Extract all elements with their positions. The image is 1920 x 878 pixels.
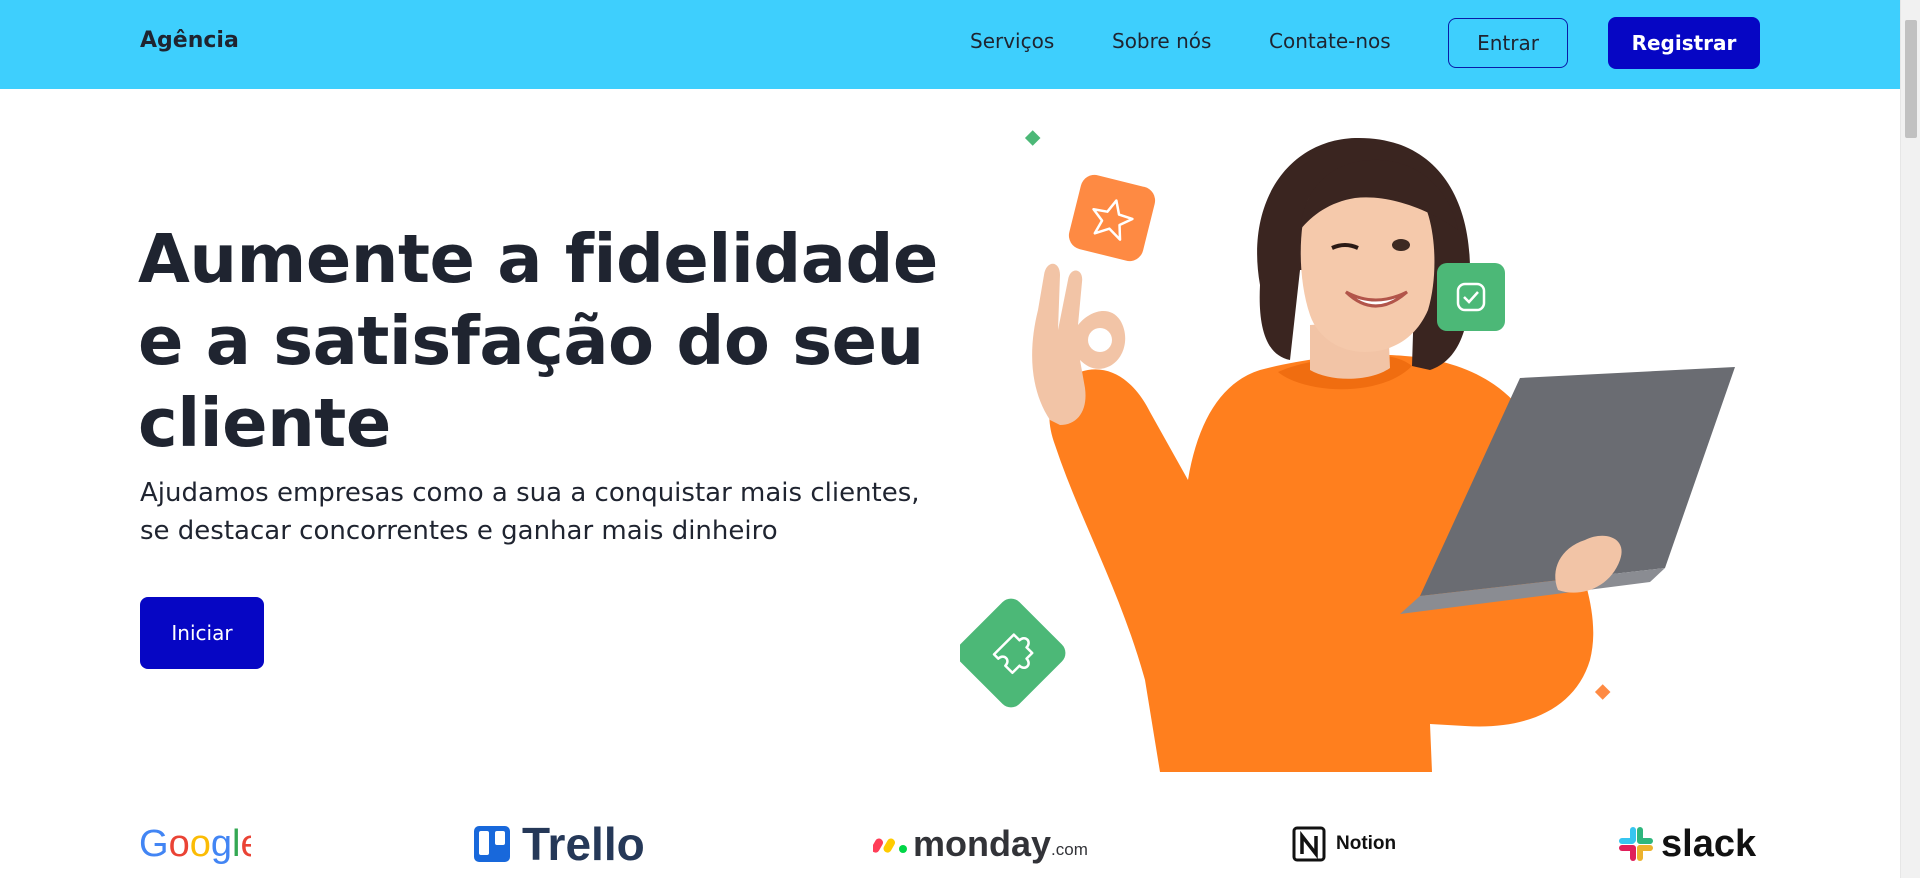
hero-subtitle: Ajudamos empresas como a sua a conquista… [140, 478, 920, 546]
nav-link-services[interactable]: Serviços [970, 29, 1054, 53]
page-scrollbar[interactable] [1900, 0, 1920, 878]
svg-text:Google: Google [139, 824, 251, 864]
google-logo: Google [139, 822, 251, 866]
page: Agência Serviços Sobre nós Contate-nos E… [0, 0, 1920, 878]
brand-logo[interactable]: Agência [140, 28, 239, 53]
puzzle-tile [960, 598, 1066, 708]
nav-link-contact[interactable]: Contate-nos [1269, 29, 1391, 53]
register-button[interactable]: Registrar [1608, 17, 1760, 69]
notion-icon [1292, 826, 1326, 862]
ok-hand-gap [1088, 328, 1112, 352]
notion-logo: Notion [1292, 822, 1396, 866]
open-eye [1392, 239, 1410, 251]
navbar: Agência Serviços Sobre nós Contate-nos E… [0, 0, 1900, 89]
slack-icon [1619, 827, 1653, 861]
monday-wordmark: monday [913, 823, 1052, 864]
trello-wordmark: Trello [522, 818, 645, 870]
trello-logo: Trello [474, 818, 645, 870]
notion-wordmark: Notion [1336, 833, 1397, 854]
slack-wordmark: slack [1661, 822, 1757, 865]
scrollbar-thumb[interactable] [1905, 20, 1917, 138]
trello-icon [474, 826, 510, 862]
hero-illustration [960, 130, 1735, 772]
hero-title: Aumente a fidelidade e a satisfação do s… [138, 220, 938, 462]
decor-diamond-orange [1594, 684, 1611, 700]
check-tile [1437, 263, 1505, 331]
monday-icon [873, 838, 907, 853]
google-logo-mark: Google [139, 824, 251, 864]
monday-logo: monday .com [873, 822, 1088, 866]
decor-diamond-green [1024, 130, 1041, 146]
star-tile [1068, 174, 1156, 262]
login-button[interactable]: Entrar [1448, 18, 1568, 68]
monday-suffix: .com [1051, 840, 1088, 859]
start-button[interactable]: Iniciar [140, 597, 264, 669]
slack-logo: slack [1617, 822, 1756, 866]
nav-link-about[interactable]: Sobre nós [1112, 29, 1211, 53]
